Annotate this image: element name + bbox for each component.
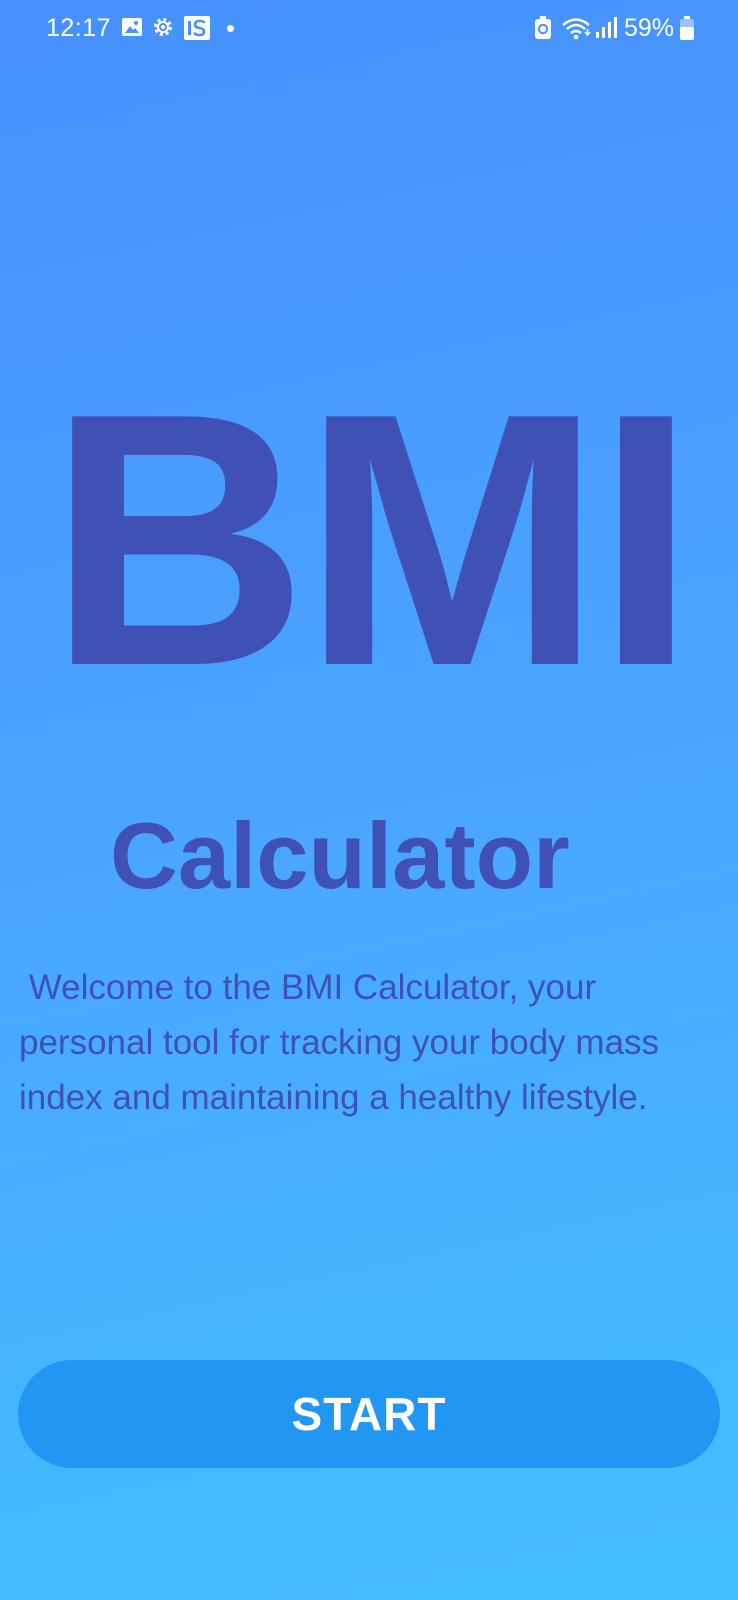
app-subtitle: Calculator [110, 803, 570, 908]
battery-percent: 59% [624, 14, 675, 42]
app-screen: 12:17 59% BMI Calculator Welcome to the … [0, 0, 738, 1600]
is-app-icon [184, 16, 210, 40]
gallery-icon [122, 18, 142, 36]
status-time: 12:17 [46, 14, 112, 42]
signal-icon [596, 17, 617, 38]
welcome-text: Welcome to the BMI Calculator, your pers… [19, 968, 669, 1117]
battery-icon [680, 16, 694, 40]
wifi-icon [562, 18, 591, 40]
status-bar: 12:17 59% [0, 0, 738, 60]
app-title: BMI [48, 339, 696, 741]
settings-icon [154, 18, 172, 36]
battery-saver-icon [535, 16, 551, 39]
start-button[interactable]: START [18, 1360, 720, 1468]
dot-icon [227, 25, 234, 32]
